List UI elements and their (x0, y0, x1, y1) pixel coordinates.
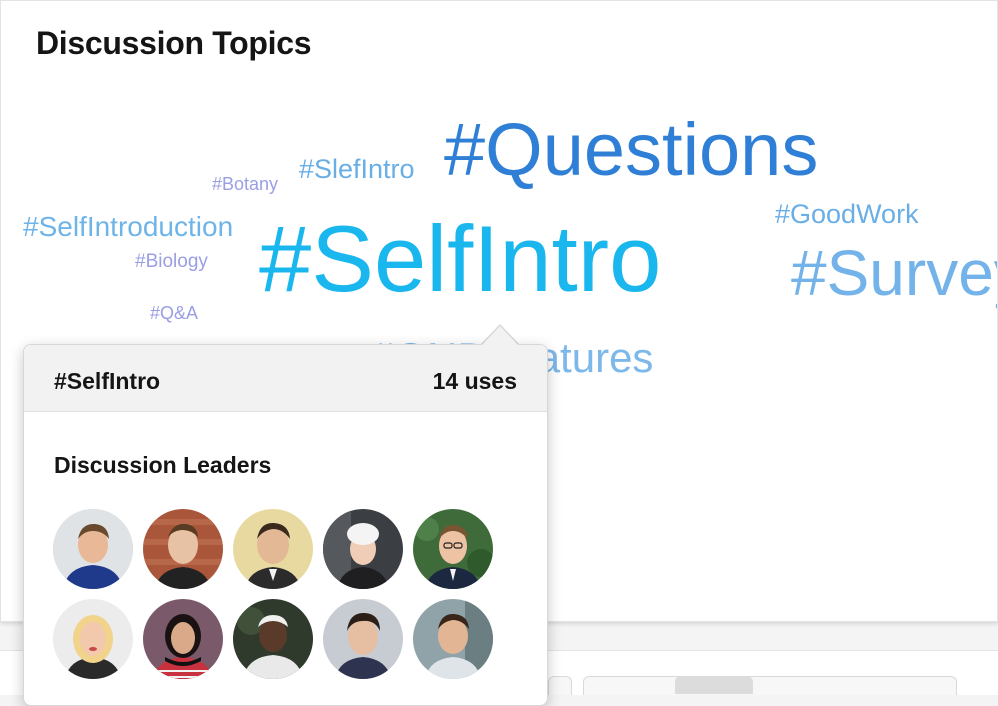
tag-qa[interactable]: #Q&A (150, 304, 198, 322)
avatar[interactable] (233, 599, 313, 679)
popover-header: #SelfIntro 14 uses (24, 345, 547, 412)
panel-title: Discussion Topics (36, 25, 312, 61)
tag-questions[interactable]: #Questions (444, 113, 818, 187)
discussion-leaders-heading: Discussion Leaders (54, 452, 272, 478)
avatar[interactable] (413, 599, 493, 679)
tag-popover: #SelfIntro 14 uses Discussion Leaders (23, 344, 548, 706)
tag-goodwork[interactable]: #GoodWork (775, 201, 919, 228)
avatar[interactable] (323, 599, 403, 679)
avatar[interactable] (413, 509, 493, 589)
tag-selfintroduction[interactable]: #SelfIntroduction (23, 213, 233, 241)
popover-tag-name: #SelfIntro (54, 368, 161, 394)
bottom-segmented-control[interactable] (583, 676, 957, 695)
tag-selfintro[interactable]: #SelfIntro (259, 212, 661, 306)
popover-usage-count: 14 uses (432, 368, 517, 394)
bottom-control-left[interactable] (548, 676, 572, 695)
tag-botany[interactable]: #Botany (212, 175, 278, 193)
tag-biology[interactable]: #Biology (135, 252, 208, 271)
avatar[interactable] (53, 509, 133, 589)
bottom-segment-selected[interactable] (675, 676, 753, 694)
tag-survey[interactable]: #Survey (791, 241, 997, 305)
popover-arrow-fill (481, 326, 519, 346)
avatar[interactable] (233, 509, 313, 589)
avatar[interactable] (143, 509, 223, 589)
discussion-leaders-avatars (53, 509, 503, 679)
avatar[interactable] (323, 509, 403, 589)
avatar[interactable] (143, 599, 223, 679)
tag-slefintro[interactable]: #SlefIntro (299, 156, 415, 183)
avatar[interactable] (53, 599, 133, 679)
